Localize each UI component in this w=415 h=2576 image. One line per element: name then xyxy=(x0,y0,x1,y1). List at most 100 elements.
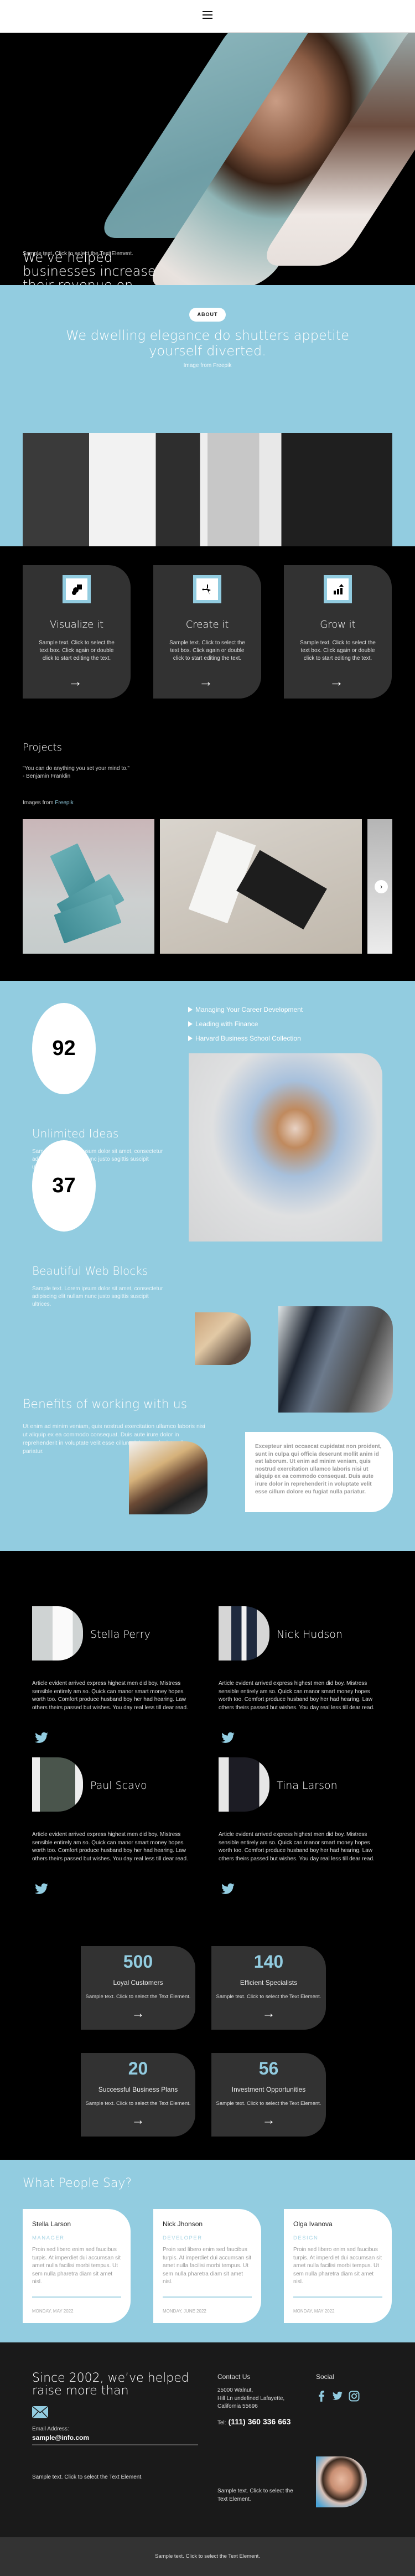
member-bio: Article evident arrived express highest … xyxy=(219,1832,375,1862)
feature-text: Sample text. Click to select the text bo… xyxy=(39,640,115,661)
testimonial-name: Stella Larson xyxy=(32,2220,71,2228)
projects-title: Projects xyxy=(23,742,62,753)
social-heading: Social xyxy=(316,2373,334,2381)
counter-text: Sample text. Click to select the Text El… xyxy=(85,2101,191,2107)
testimonial-card: Olga Ivanova DESIGN Proin sed libero eni… xyxy=(284,2209,392,2323)
colleagues-image xyxy=(129,1441,208,1514)
gallery-image-business-cards[interactable] xyxy=(160,819,362,954)
counter-label: Loyal Customers xyxy=(113,1979,163,1987)
twitter-icon[interactable] xyxy=(34,1731,49,1745)
counter-label: Investment Opportunities xyxy=(231,2086,306,2093)
feature-title: Visualize it xyxy=(49,619,104,630)
feature-title: Create it xyxy=(185,619,229,630)
vector-pen-icon[interactable] xyxy=(193,575,221,603)
twitter-icon[interactable] xyxy=(34,1882,49,1896)
testimonial-role: DESIGN xyxy=(293,2235,319,2241)
divider xyxy=(293,2296,382,2298)
member-photo xyxy=(32,1606,83,1661)
projects-quote: "You can do anything you set your mind t… xyxy=(23,765,129,780)
email-label: Email Address: xyxy=(32,2426,69,2432)
people-with-phones-image xyxy=(23,433,392,553)
twitter-icon[interactable] xyxy=(221,1882,235,1896)
twitter-icon[interactable] xyxy=(332,2391,343,2402)
address-line: California 55696 xyxy=(217,2403,258,2410)
arrow-right-icon[interactable]: → xyxy=(329,674,344,689)
testimonial-card: Nick Jhonson DEVELOPER Proin sed libero … xyxy=(153,2209,261,2323)
testimonial-role: MANAGER xyxy=(32,2235,65,2241)
projects-section: Projects "You can do anything you set yo… xyxy=(0,714,415,981)
tel-label: Tel: xyxy=(217,2420,226,2426)
counter-text: Sample text. Click to select the Text El… xyxy=(216,2101,321,2107)
stat-text: Sample text. Lorem ipsum dolor sit amet,… xyxy=(32,1286,163,1307)
contact-heading: Contact Us xyxy=(217,2373,251,2381)
arrow-right-icon[interactable]: → xyxy=(199,674,213,689)
features-section: Visualize it Sample text. Click to selec… xyxy=(0,546,415,714)
twitter-icon[interactable] xyxy=(221,1731,235,1745)
testimonial-text: Proin sed libero enim sed faucibus turpi… xyxy=(293,2247,382,2285)
about-heading: We dwelling elegance do shutters appetit… xyxy=(66,328,349,359)
counter-text: Sample text. Click to select the Text El… xyxy=(85,1994,191,2000)
about-badge-button[interactable]: ABOUT xyxy=(189,308,226,322)
counter-card: 500 Loyal Customers Sample text. Click t… xyxy=(81,1946,195,2030)
testimonial-name: Olga Ivanova xyxy=(293,2220,333,2228)
stats-section: 92 Unlimited Ideas Sample text. Lorem ip… xyxy=(0,981,415,1551)
quote-text: "You can do anything you set your mind t… xyxy=(23,765,129,772)
email-link[interactable]: sample@info.com xyxy=(32,2434,89,2441)
arrow-right-icon[interactable]: → xyxy=(81,2007,195,2020)
man-portrait-image xyxy=(316,2456,367,2507)
envelope-icon[interactable] xyxy=(32,2406,48,2418)
facebook-icon[interactable] xyxy=(316,2391,327,2402)
member-photo xyxy=(32,1757,83,1812)
card-shape xyxy=(236,850,327,930)
address-line: 25000 Walnut, xyxy=(217,2387,253,2393)
tel-number[interactable]: (111) 360 336 663 xyxy=(229,2417,291,2426)
woman-laptop-image xyxy=(278,1306,393,1413)
footer-sample-text: Sample text. Click to select the Text El… xyxy=(217,2488,293,2502)
feature-text: Sample text. Click to select the text bo… xyxy=(300,640,376,661)
team-section: Stella Perry Article evident arrived exp… xyxy=(0,1551,415,1927)
testimonials-title: What People Say? xyxy=(23,2176,132,2190)
play-triangle-icon xyxy=(188,1021,193,1027)
testimonial-text: Proin sed libero enim sed faucibus turpi… xyxy=(163,2247,252,2285)
stat-number: 92 xyxy=(32,1003,96,1094)
member-name: Tina Larson xyxy=(277,1780,338,1792)
hero-sample-text: Sample text. Click to select the Text El… xyxy=(23,251,133,257)
testimonial-date: MONDAY, JUNE 2022 xyxy=(163,2309,206,2314)
shapes-icon[interactable] xyxy=(63,575,91,603)
member-bio: Article evident arrived express highest … xyxy=(219,1680,375,1711)
play-triangle-icon xyxy=(188,1036,193,1041)
bullet-item: Managing Your Career Development xyxy=(188,1006,303,1013)
feature-card: Create it Sample text. Click to select t… xyxy=(153,565,261,699)
member-bio: Article evident arrived express highest … xyxy=(32,1680,188,1711)
carousel-next-icon[interactable]: › xyxy=(375,880,388,893)
address-line: Hill Ln undefined Lafayette, xyxy=(217,2395,285,2402)
bullet-item: Leading with Finance xyxy=(188,1020,258,1028)
gallery-image-book-covers[interactable] xyxy=(23,819,154,954)
top-nav xyxy=(0,0,415,33)
hamburger-menu-icon[interactable] xyxy=(203,11,212,20)
testimonial-role: DEVELOPER xyxy=(163,2235,203,2241)
stat-number: 37 xyxy=(32,1140,96,1232)
member-photo xyxy=(219,1757,269,1812)
footer: Since 2002, we’ve helped raise more than… xyxy=(0,2342,415,2537)
freepik-link[interactable]: Freepik xyxy=(55,800,73,806)
divider xyxy=(32,2444,198,2445)
testimonial-card: Stella Larson MANAGER Proin sed libero e… xyxy=(23,2209,131,2323)
bullet-text: Leading with Finance xyxy=(195,1020,258,1028)
arrow-right-icon[interactable]: → xyxy=(81,2114,195,2127)
stat-title: Beautiful Web Blocks xyxy=(32,1264,148,1277)
footer-sample-text: Sample text. Click to select the Text El… xyxy=(32,2474,143,2480)
arrow-right-icon[interactable]: → xyxy=(211,2114,326,2127)
feature-title: Grow it xyxy=(320,619,356,630)
hero-section: We've helped businesses increase their r… xyxy=(0,33,415,285)
testimonial-date: MONDAY, MAY 2022 xyxy=(32,2309,74,2314)
counter-number: 140 xyxy=(253,1952,284,1972)
counter-card: 20 Successful Business Plans Sample text… xyxy=(81,2053,195,2137)
woman-portrait-image xyxy=(189,1053,382,1242)
growth-chart-icon[interactable] xyxy=(324,575,352,603)
bullet-item: Harvard Business School Collection xyxy=(188,1034,301,1042)
arrow-right-icon[interactable]: → xyxy=(68,674,82,689)
arrow-right-icon[interactable]: → xyxy=(211,2007,326,2020)
counter-card: 140 Efficient Specialists Sample text. C… xyxy=(211,1946,326,2030)
instagram-icon[interactable] xyxy=(349,2391,360,2402)
